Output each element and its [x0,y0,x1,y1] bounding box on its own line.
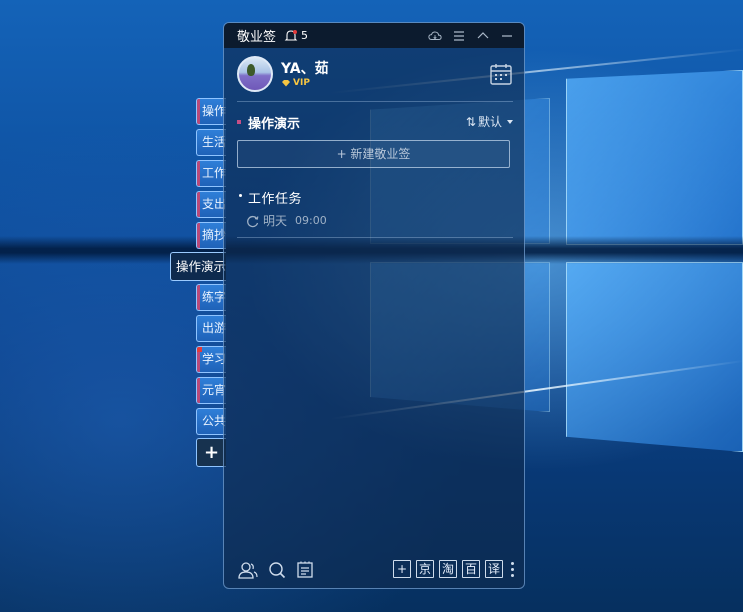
tab-work[interactable]: 工作 [196,160,226,187]
bullet-icon [239,194,242,197]
vip-label: VIP [293,78,310,88]
tab-travel[interactable]: 出游 [196,315,226,342]
tab-lantern[interactable]: 元宵 [196,377,226,404]
notification-count: 5 [301,29,309,42]
task-due-time: 09:00 [295,214,327,227]
task-due-day: 明天 [263,214,288,228]
minimize-icon[interactable] [500,29,514,43]
jd-button[interactable]: 京 [416,560,434,578]
tab-study[interactable]: 学习 [196,346,226,373]
vip-badge[interactable]: VIP [281,78,310,88]
tab-calligraphy[interactable]: 练字 [196,284,226,311]
bottom-left-tools [238,561,314,579]
tab-expense[interactable]: 支出 [196,191,226,218]
tab-public[interactable]: 公共 [196,408,226,435]
menu-icon[interactable] [452,29,466,43]
divider [237,101,513,102]
window-controls [428,23,514,48]
taobao-button[interactable]: 淘 [439,560,457,578]
contacts-icon[interactable] [238,561,258,579]
sort-icon: ⇅ [465,114,476,129]
add-category-button[interactable]: + [196,438,226,467]
task-due: 明天 09:00 [246,212,327,229]
user-name: YA、茹 [281,61,329,77]
more-icon[interactable] [510,560,514,578]
calendar-icon[interactable] [489,62,513,86]
sort-dropdown[interactable]: ⇅ 默认 [466,113,513,130]
tab-life[interactable]: 生活 [196,129,226,156]
user-profile: YA、茹 VIP [237,56,513,104]
section-title: 操作演示 [248,116,301,132]
task-title: 工作任务 [248,192,303,207]
divider [237,237,513,238]
cloud-icon[interactable] [428,29,442,43]
wallpaper-pane [566,262,743,452]
tab-label: 操作演示 [176,259,226,274]
bottom-right-tools: + 京 淘 百 译 [393,560,514,578]
new-note-button[interactable]: + 新建敬业签 [237,140,510,168]
baidu-button[interactable]: 百 [462,560,480,578]
app-title: 敬业签 [237,30,277,45]
notes-icon[interactable] [296,561,314,579]
task-item[interactable]: 工作任务 明天 09:00 [237,185,510,237]
sort-label: 默认 [477,115,502,129]
avatar[interactable] [237,56,273,92]
collapse-icon[interactable] [476,29,490,43]
notification-dot [197,347,202,352]
section-header: 操作演示 ⇅ 默认 [237,112,513,132]
wallpaper-pane [566,70,743,245]
repeat-icon [247,215,259,227]
tab-operation-demo[interactable]: 操作演示 [170,252,226,281]
section-mark [237,120,241,124]
add-tool-button[interactable]: + [393,560,411,578]
bottom-toolbar: + 京 淘 百 译 [224,552,524,588]
search-icon[interactable] [268,561,286,579]
tab-operation[interactable]: 操作 [196,98,226,125]
chevron-down-icon [507,119,513,124]
bell-icon[interactable] [284,29,298,43]
title-bar[interactable]: 敬业签 5 [224,23,524,48]
diamond-icon [282,80,290,87]
app-window: 敬业签 5 YA、茹 VIP 操作演示 ⇅ 默认 + 新建敬业签 工作任务 明天… [223,22,525,589]
tab-excerpt[interactable]: 摘抄 [196,222,226,249]
translate-button[interactable]: 译 [485,560,503,578]
